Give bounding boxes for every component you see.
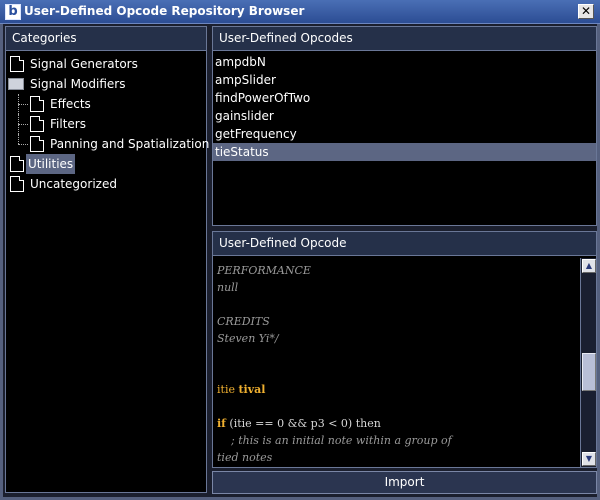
scroll-down-icon[interactable]: ▼ [582, 452, 596, 466]
code-scrollbar[interactable]: ▲ ▼ [580, 258, 596, 467]
tree-item-utilities[interactable]: Utilities [6, 154, 206, 174]
document-icon [10, 156, 24, 172]
category-tree: Signal Generators Signal Modifiers Effec… [6, 51, 209, 194]
tree-item-uncategorized[interactable]: Uncategorized [6, 174, 206, 194]
opcode-item-ampslider[interactable]: ampSlider [213, 71, 596, 89]
tree-item-label: Signal Generators [30, 57, 138, 71]
code-line-if: if (itie == 0 && p3 < 0) then [217, 417, 381, 430]
opcode-item-tiestatus[interactable]: tieStatus [213, 143, 596, 161]
opcode-item-ampdbn[interactable]: ampdbN [213, 53, 596, 71]
code-line: Steven Yi*/ [217, 332, 279, 345]
opcode-list: ampdbN ampSlider findPowerOfTwo gainslid… [213, 51, 596, 161]
tree-item-label: Uncategorized [30, 177, 117, 191]
opcodes-header: User-Defined Opcodes [213, 27, 596, 51]
close-button[interactable]: ✕ [578, 4, 594, 19]
code-line: PERFORMANCE [217, 264, 311, 277]
tree-connector [18, 144, 28, 145]
tree-connector [18, 104, 28, 105]
code-line-comment: tied notes [217, 451, 273, 464]
opcode-detail-panel: User-Defined Opcode PERFORMANCE null CRE… [212, 231, 597, 468]
opcode-item-gainslider[interactable]: gainslider [213, 107, 596, 125]
tree-connector [18, 124, 28, 125]
import-button[interactable]: Import [212, 471, 597, 494]
tree-item-filters[interactable]: Filters [6, 114, 206, 134]
code-line: null [217, 281, 239, 294]
window-title: User-Defined Opcode Repository Browser [24, 4, 305, 18]
tree-item-panning-and-spatialization[interactable]: Panning and Spatialization [6, 134, 209, 154]
document-icon [10, 56, 24, 72]
code-line: CREDITS [217, 315, 270, 328]
scroll-up-icon[interactable]: ▲ [582, 259, 596, 273]
tree-item-signal-generators[interactable]: Signal Generators [6, 54, 206, 74]
document-icon [10, 176, 24, 192]
code-line-itie: itie tival [217, 383, 266, 396]
folder-icon [8, 78, 24, 90]
tree-item-label: Panning and Spatialization [50, 137, 210, 151]
code-view[interactable]: PERFORMANCE null CREDITS Steven Yi*/ iti… [213, 258, 580, 467]
tree-item-label: Effects [50, 97, 91, 111]
opcode-item-findpoweroftwo[interactable]: findPowerOfTwo [213, 89, 596, 107]
tree-item-effects[interactable]: Effects [6, 94, 206, 114]
categories-header: Categories [6, 27, 206, 51]
opcodes-panel: User-Defined Opcodes ampdbN ampSlider fi… [212, 26, 597, 226]
title-bar: b User-Defined Opcode Repository Browser… [0, 0, 600, 24]
opcode-item-getfrequency[interactable]: getFrequency [213, 125, 596, 143]
document-icon [30, 96, 44, 112]
document-icon [30, 116, 44, 132]
app-icon: b [5, 4, 21, 20]
tree-connector [18, 134, 19, 144]
opcode-detail-header: User-Defined Opcode [213, 232, 596, 256]
code-line-comment: ; this is an initial note within a group… [217, 434, 452, 447]
tree-item-label: Utilities [26, 154, 76, 174]
categories-panel: Categories Signal Generators Signal Modi… [5, 26, 209, 493]
document-icon [30, 136, 44, 152]
tree-item-label: Signal Modifiers [30, 77, 126, 91]
tree-item-signal-modifiers[interactable]: Signal Modifiers [6, 74, 206, 94]
tree-item-label: Filters [50, 117, 86, 131]
scroll-thumb[interactable] [582, 353, 596, 391]
window-frame: Categories Signal Generators Signal Modi… [0, 24, 600, 500]
